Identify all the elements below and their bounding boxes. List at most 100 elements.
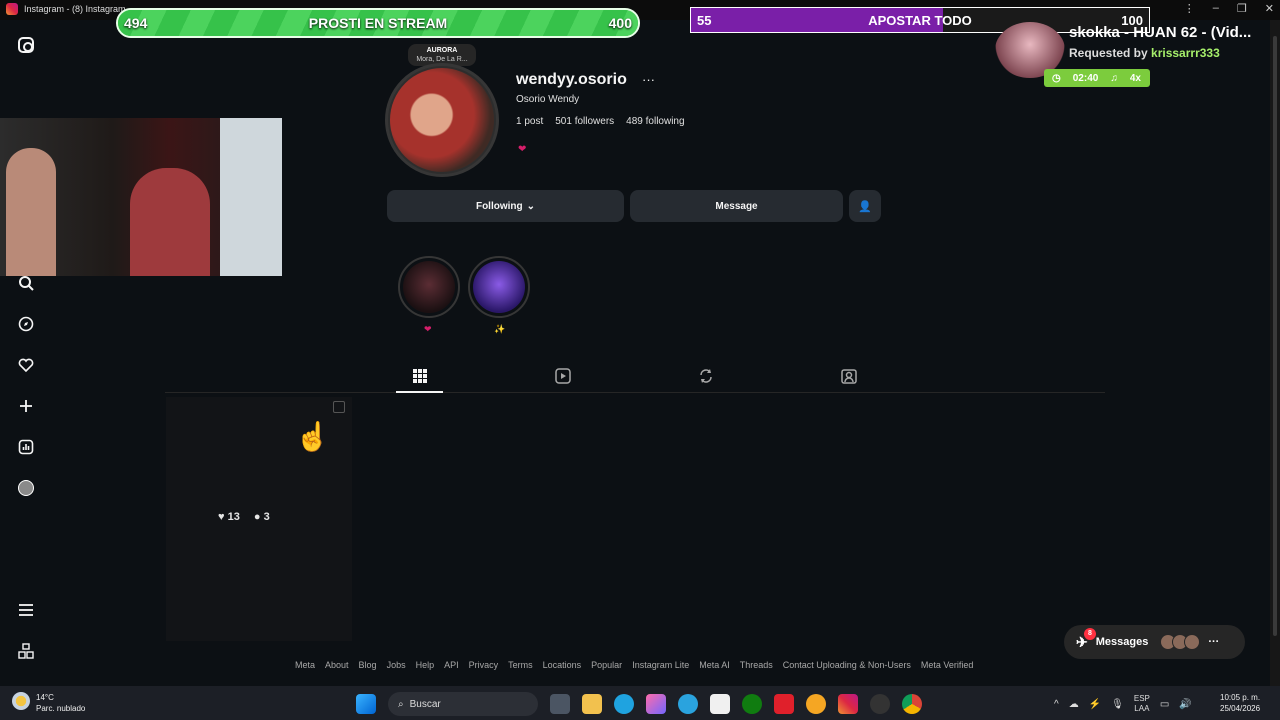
system-tray: ^ ☁ ⚡ 🎙 ESP LAA ▭ 🔊 (1054, 694, 1192, 714)
streamer-figure (6, 148, 56, 276)
search-icon[interactable] (17, 274, 35, 292)
messages-count-badge: 8 (1084, 627, 1096, 640)
footer-link[interactable]: Instagram Lite (632, 660, 689, 670)
footer-link[interactable]: Meta Verified (921, 660, 974, 670)
telegram-icon[interactable] (678, 694, 698, 714)
instagram-logo-icon[interactable] (17, 36, 35, 54)
store-icon[interactable] (710, 694, 730, 714)
minimize-button[interactable]: – (1213, 2, 1219, 15)
webcam-overlay (0, 118, 282, 276)
guest-figure (130, 168, 210, 276)
chevron-up-icon[interactable]: ^ (1054, 699, 1059, 710)
weather-widget[interactable]: 14°C Parc. nublado (12, 692, 85, 714)
footer-link[interactable]: Terms (508, 660, 533, 670)
hand-cursor-icon: ☝ (295, 421, 330, 452)
messenger-icon: ✈ 8 (1076, 627, 1096, 651)
footer-link[interactable]: About (325, 660, 349, 670)
close-button[interactable]: ✕ (1265, 2, 1274, 15)
more-options-icon[interactable]: ⋮ (1184, 2, 1195, 15)
comments-count: 3 (263, 511, 270, 523)
note-subtitle: Mora, De La R... (416, 56, 468, 63)
story-highlight[interactable] (468, 256, 530, 318)
footer-link[interactable]: API (444, 660, 459, 670)
also-from-meta-icon[interactable] (17, 642, 35, 660)
language-indicator[interactable]: ESP LAA (1134, 694, 1150, 714)
footer-link[interactable]: Contact Uploading & Non-Users (783, 660, 911, 670)
microphone-icon[interactable]: 🎙 (1111, 699, 1124, 710)
menu-hamburger-icon[interactable] (17, 601, 35, 619)
footer-link[interactable]: Locations (543, 660, 582, 670)
task-view-icon[interactable] (550, 694, 570, 714)
page-scrollbar[interactable] (1270, 20, 1280, 686)
profile-avatar-icon[interactable] (17, 479, 35, 497)
footer-link[interactable]: Popular (591, 660, 622, 670)
song-progress-badge: ◷ 02:40 ♫ 4x (1044, 69, 1150, 87)
app-icon[interactable] (870, 694, 890, 714)
posts-count: 1 post (516, 116, 544, 127)
followers-link[interactable]: 501 followers (555, 116, 614, 127)
windows-start-icon[interactable] (356, 694, 376, 714)
cloud-icon[interactable]: ☁ (1069, 699, 1079, 710)
story-highlight[interactable] (398, 256, 460, 318)
explore-icon[interactable] (17, 315, 35, 333)
weather-desc: Parc. nublado (36, 704, 86, 713)
scrollbar-thumb[interactable] (1273, 36, 1277, 636)
footer-link[interactable]: Privacy (469, 660, 499, 670)
profile-options-icon[interactable]: ··· (642, 72, 655, 87)
footer-links: Meta About Blog Jobs Help API Privacy Te… (295, 660, 973, 670)
instagram-app-icon (6, 3, 18, 15)
tab-tagged-icon[interactable] (840, 367, 858, 385)
instagram-taskbar-icon[interactable] (838, 694, 858, 714)
taskbar-clock[interactable]: 10:05 p. m. 25/04/2026 (1220, 692, 1260, 714)
suggested-users-button[interactable]: 👤 (849, 190, 881, 222)
background-window (220, 118, 282, 276)
create-plus-icon[interactable] (17, 397, 35, 415)
add-person-icon: 👤 (858, 200, 872, 213)
following-link[interactable]: 489 following (626, 116, 684, 127)
message-button[interactable]: Message (630, 190, 843, 222)
edge-browser-icon[interactable] (614, 694, 634, 714)
weather-temp: 14°C (36, 693, 54, 702)
footer-link[interactable]: Threads (740, 660, 773, 670)
profile-full-name: Osorio Wendy (516, 94, 580, 105)
profile-stats: 1 post 501 followers 489 following (516, 116, 685, 127)
post-comments: ● 3 (254, 511, 270, 523)
tab-posts-grid-icon[interactable] (411, 367, 429, 385)
copilot-icon[interactable] (646, 694, 666, 714)
following-button[interactable]: Following ⌄ (387, 190, 624, 222)
maximize-button[interactable]: ❐ (1237, 2, 1247, 15)
wps-office-icon[interactable] (774, 694, 794, 714)
footer-link[interactable]: Blog (359, 660, 377, 670)
chrome-icon[interactable] (902, 694, 922, 714)
tab-reels-icon[interactable] (554, 367, 572, 385)
display-icon[interactable]: ▭ (1160, 699, 1169, 710)
messages-button[interactable]: ✈ 8 Messages ··· (1064, 625, 1245, 659)
windows-taskbar: 14°C Parc. nublado ⌕ Buscar ^ ☁ ⚡ 🎙 ESP LA… (0, 686, 1280, 720)
footer-link[interactable]: Jobs (387, 660, 406, 670)
pinned-post-icon (333, 401, 345, 413)
dashboard-icon[interactable] (17, 438, 35, 456)
clock-date: 25/04/2026 (1220, 704, 1261, 713)
volume-icon[interactable]: 🔊 (1179, 699, 1191, 710)
footer-link[interactable]: Meta (295, 660, 315, 670)
taskbar-search[interactable]: ⌕ Buscar (388, 692, 538, 716)
network-icon[interactable]: ⚡ (1089, 699, 1101, 710)
tabs-divider (165, 392, 1105, 393)
tab-reposts-icon[interactable] (697, 367, 715, 385)
more-icon: ··· (1208, 636, 1220, 648)
likes-count: 13 (227, 511, 240, 523)
xbox-icon[interactable] (742, 694, 762, 714)
song-requester: Requested by krissarrr333 (1069, 46, 1220, 60)
file-explorer-icon[interactable] (582, 694, 602, 714)
vote-bar-left: 494 PROSTI EN STREAM 400 (116, 8, 640, 38)
requester-name: krissarrr333 (1151, 46, 1220, 60)
chevron-down-icon: ⌄ (526, 200, 536, 212)
browser-app-icon[interactable] (806, 694, 826, 714)
window-title-area: Instagram - (8) Instagram (6, 3, 126, 15)
notifications-heart-icon[interactable] (17, 356, 35, 374)
window-controls: ⋮ – ❐ ✕ (1184, 2, 1274, 15)
footer-link[interactable]: Help (416, 660, 435, 670)
profile-avatar[interactable] (390, 68, 494, 172)
vote-title: PROSTI EN STREAM (308, 15, 448, 31)
footer-link[interactable]: Meta AI (699, 660, 730, 670)
